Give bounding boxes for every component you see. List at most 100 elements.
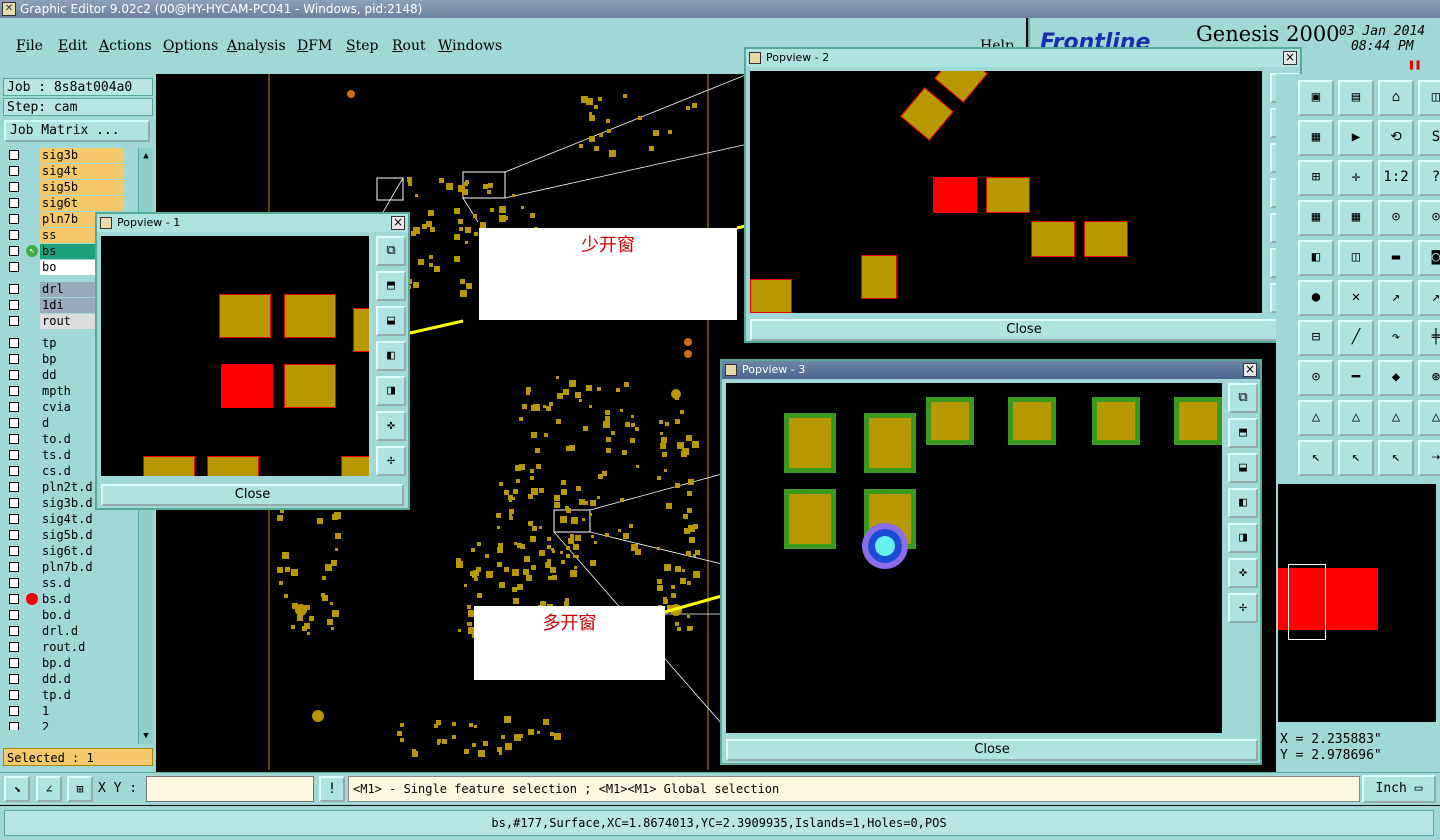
tool-button-27[interactable]: ↷ [1378,320,1414,356]
tool-button-35[interactable]: △ [1378,400,1414,436]
layer-row-1[interactable]: 1 [6,704,124,719]
tool-button-15[interactable]: ⊙ [1378,200,1414,236]
layer-row-sig5b[interactable]: sig5b [6,180,124,195]
popview-3-tool-pan-left-icon[interactable]: ◧ [1228,488,1258,518]
tool-button-25[interactable]: ⊟ [1298,320,1334,356]
popview-1-tool-pan-up-icon[interactable]: ⬒ [376,271,406,301]
menu-options[interactable]: Options [163,38,218,54]
layer-row-bp-d[interactable]: bp.d [6,656,124,671]
layer-row-ss-d[interactable]: ss.d [6,576,124,591]
layer-row-sig4t-d[interactable]: sig4t.d [6,512,124,527]
tool-button-26[interactable]: ╱ [1338,320,1374,356]
xy-input[interactable] [146,776,314,802]
popview-3-tool-zoom-in-icon[interactable]: ✜ [1228,558,1258,588]
layer-checkbox[interactable] [9,150,19,160]
popview-2-close-button[interactable]: Close [750,319,1298,341]
tool-button-2[interactable]: ▤ [1338,80,1374,116]
layer-checkbox[interactable] [9,166,19,176]
popview-3-tool-pan-right-icon[interactable]: ◨ [1228,523,1258,553]
layer-row-pln7b-d[interactable]: pln7b.d [6,560,124,575]
layer-checkbox[interactable] [9,338,19,348]
popview-3-tool-zoom-out-icon[interactable]: ✢ [1228,593,1258,623]
layer-checkbox[interactable] [9,214,19,224]
layer-checkbox[interactable] [9,546,19,556]
popview-1-tool-pan-down-icon[interactable]: ⬓ [376,306,406,336]
layer-checkbox[interactable] [9,482,19,492]
layer-checkbox[interactable] [9,722,19,730]
layer-checkbox[interactable] [9,690,19,700]
layer-row-sig6t[interactable]: sig6t [6,196,124,211]
tool-button-17[interactable]: ◧ [1298,240,1334,276]
layer-checkbox[interactable] [9,706,19,716]
pause-icon[interactable]: ❚❚ [1408,58,1421,71]
tool-button-30[interactable]: ━ [1338,360,1374,396]
menu-analysis[interactable]: Analysis [227,38,286,54]
tool-button-38[interactable]: ↖ [1338,440,1374,476]
layer-checkbox[interactable] [9,182,19,192]
tool-button-7[interactable]: ⟲ [1378,120,1414,156]
popview-1-close-button[interactable]: Close [101,484,404,506]
tool-button-6[interactable]: ▶ [1338,120,1374,156]
layer-checkbox[interactable] [9,466,19,476]
menu-file[interactable]: File [16,38,43,54]
layer-checkbox[interactable] [9,354,19,364]
menu-edit[interactable]: Edit [58,38,87,54]
menu-windows[interactable]: Windows [438,38,502,54]
menu-step[interactable]: Step [346,38,378,54]
popview-3-tool-pan-up-icon[interactable]: ⬒ [1228,418,1258,448]
tool-button-29[interactable]: ⊙ [1298,360,1334,396]
job-matrix-button[interactable]: Job Matrix ... [4,120,150,142]
popview-2-close-icon[interactable]: × [1283,51,1297,65]
layer-checkbox[interactable] [9,578,19,588]
tool-button-34[interactable]: △ [1338,400,1374,436]
tool-button-31[interactable]: ◆ [1378,360,1414,396]
tool-button-21[interactable]: ● [1298,280,1334,316]
popview-1-close-icon[interactable]: × [391,216,405,230]
tool-button-4[interactable]: ◫ [1418,80,1440,116]
tool-button-11[interactable]: 1:2 [1378,160,1414,196]
layer-row-sig6t-d[interactable]: sig6t.d [6,544,124,559]
menu-dfm[interactable]: DFM [297,38,332,54]
tool-button-37[interactable]: ↖ [1298,440,1334,476]
layer-checkbox[interactable] [9,386,19,396]
units-dropdown[interactable]: Inch ▭ [1362,775,1436,803]
tool-button-23[interactable]: ↗ [1378,280,1414,316]
tool-button-32[interactable]: ⊛ [1418,360,1440,396]
layer-row-bo-d[interactable]: bo.d [6,608,124,623]
layer-checkbox[interactable] [9,418,19,428]
tool-button-22[interactable]: ✕ [1338,280,1374,316]
tool-button-16[interactable]: ⊙ [1418,200,1440,236]
tool-button-39[interactable]: ↖ [1378,440,1414,476]
layer-checkbox[interactable] [9,198,19,208]
tool-button-28[interactable]: ╪ [1418,320,1440,356]
layer-row-2[interactable]: 2 [6,720,124,730]
popview-1-tool-pan-right-icon[interactable]: ◨ [376,376,406,406]
scroll-up-icon[interactable]: ▲ [140,150,152,162]
alert-button[interactable]: ! [319,776,345,802]
layer-checkbox[interactable] [9,316,19,326]
layer-checkbox[interactable] [9,370,19,380]
layer-checkbox[interactable] [9,450,19,460]
tool-button-20[interactable]: ◙ [1418,240,1440,276]
tool-button-5[interactable]: ▦ [1298,120,1334,156]
layer-checkbox[interactable] [9,262,19,272]
tool-button-10[interactable]: ✛ [1338,160,1374,196]
layer-row-dd-d[interactable]: dd.d [6,672,124,687]
popview-3-close-icon[interactable]: × [1243,363,1257,377]
popview-1-tool-zoom-out-icon[interactable]: ✢ [376,446,406,476]
tool-button-9[interactable]: ⊞ [1298,160,1334,196]
tool-button-36[interactable]: △ [1418,400,1440,436]
layer-checkbox[interactable] [9,562,19,572]
tool-button-3[interactable]: ⌂ [1378,80,1414,116]
layer-checkbox[interactable] [9,530,19,540]
popview-1-tool-pan-left-icon[interactable]: ◧ [376,341,406,371]
popview-1-tool-zoom-in-icon[interactable]: ✜ [376,411,406,441]
tool-button-40[interactable]: ⇢ [1418,440,1440,476]
popview-3-tool-pan-down-icon[interactable]: ⬓ [1228,453,1258,483]
layer-checkbox[interactable] [9,594,19,604]
layer-checkbox[interactable] [9,626,19,636]
layer-checkbox[interactable] [9,514,19,524]
popview-1-tool-duplicate-icon[interactable]: ⧉ [376,236,406,266]
layer-checkbox[interactable] [9,642,19,652]
layer-row-tp-d[interactable]: tp.d [6,688,124,703]
